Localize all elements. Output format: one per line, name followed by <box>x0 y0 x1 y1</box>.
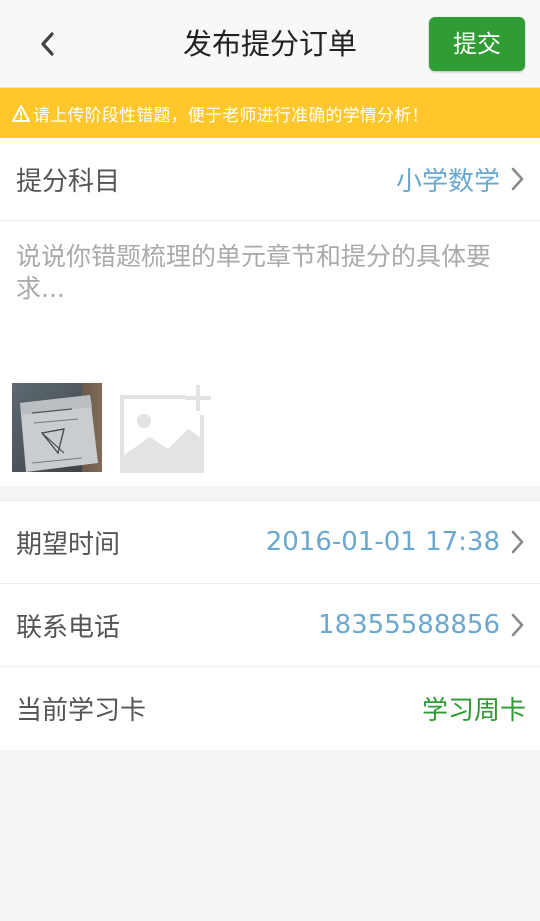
study-card-value: 学习周卡 <box>421 696 526 726</box>
add-image-icon <box>120 383 211 473</box>
uploaded-photo-thumbnail[interactable] <box>12 383 102 472</box>
chevron-right-icon <box>511 530 524 554</box>
subject-label: 提分科目 <box>16 166 121 197</box>
expected-time-row[interactable]: 期望时间 2016-01-01 17:38 <box>0 501 540 584</box>
order-details-section: 提分科目 小学数学 <box>0 138 540 486</box>
warning-icon <box>12 104 30 122</box>
contact-phone-value: 18355588856 <box>318 610 500 640</box>
description-input[interactable] <box>16 241 524 361</box>
submit-button[interactable]: 提交 <box>429 17 525 71</box>
contact-phone-label: 联系电话 <box>16 612 121 643</box>
notice-banner: 请上传阶段性错题，便于老师进行准确的学情分析！ <box>0 88 540 138</box>
study-card-label: 当前学习卡 <box>16 696 147 726</box>
notice-text: 请上传阶段性错题，便于老师进行准确的学情分析！ <box>33 105 429 126</box>
expected-time-value: 2016-01-01 17:38 <box>265 527 500 557</box>
study-card-row: 当前学习卡 学习周卡 <box>0 667 540 750</box>
chevron-right-icon <box>511 613 524 637</box>
section-divider <box>0 486 540 500</box>
top-nav-bar: 发布提分订单 提交 <box>0 0 540 88</box>
subject-value: 小学数学 <box>395 166 500 197</box>
contact-section: 期望时间 2016-01-01 17:38 联系电话 18355588856 当… <box>0 500 540 750</box>
expected-time-label: 期望时间 <box>16 529 121 560</box>
photo-list <box>0 383 540 486</box>
description-area <box>0 221 540 383</box>
subject-row[interactable]: 提分科目 小学数学 <box>0 138 540 221</box>
contact-phone-row[interactable]: 联系电话 18355588856 <box>0 584 540 667</box>
worksheet-photo-image <box>12 383 102 472</box>
chevron-right-icon <box>511 167 524 191</box>
add-photo-button[interactable] <box>116 383 212 473</box>
